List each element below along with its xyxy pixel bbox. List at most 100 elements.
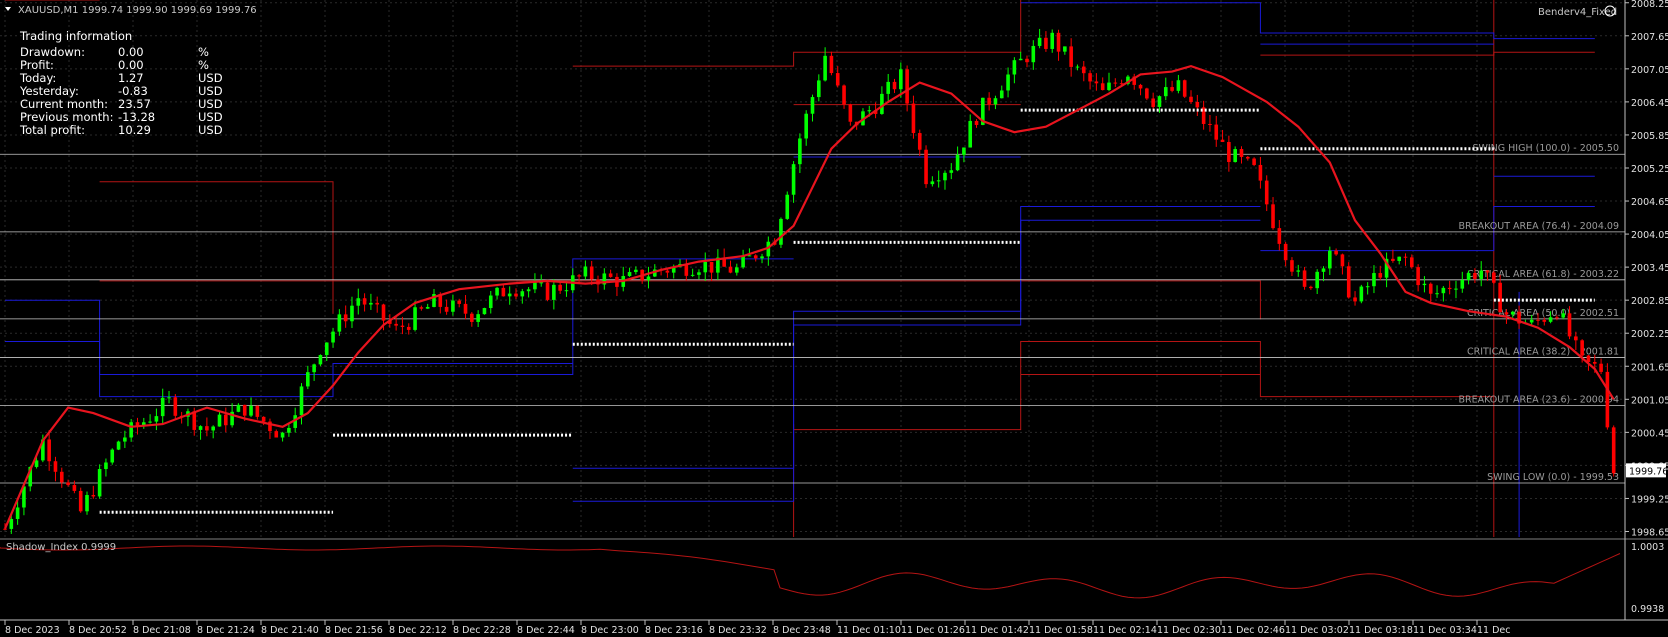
candle-body — [785, 194, 790, 219]
candle-body — [451, 300, 455, 312]
candle-body — [1435, 293, 1439, 295]
candle-body — [476, 314, 480, 322]
candle-body — [533, 282, 537, 290]
candle-body — [564, 290, 569, 292]
candle-body — [1492, 272, 1496, 283]
price-tick-label: 1999.25 — [1631, 494, 1668, 505]
candle-body — [217, 414, 222, 427]
candle-body — [3, 528, 7, 530]
fib-label: BREAKOUT AREA (76.4) - 2004.09 — [1458, 221, 1619, 232]
candle-body — [867, 110, 872, 112]
candle-body — [1580, 340, 1584, 356]
indicator-label: Shadow_Index 0.9999 — [6, 542, 116, 553]
time-tick-label: 11 Dec 02:30 — [1157, 625, 1221, 636]
candle-body — [249, 405, 253, 416]
candle-body — [413, 307, 417, 330]
candle-body — [823, 55, 827, 81]
candle-body — [495, 287, 499, 296]
candle-body — [798, 138, 802, 165]
price-tick-label: 2001.05 — [1631, 395, 1668, 406]
candle-body — [463, 303, 468, 314]
info-title: Trading information — [19, 29, 132, 43]
candle-body — [280, 432, 285, 438]
candle-body — [160, 397, 165, 417]
candle-body — [1258, 164, 1263, 181]
candle-body — [1605, 371, 1610, 428]
candle-body — [911, 103, 916, 134]
candle-body — [78, 490, 83, 512]
candle-body — [634, 269, 638, 273]
candle-body — [91, 495, 96, 497]
candle-body — [804, 113, 808, 139]
candle-body — [779, 218, 783, 245]
candle-body — [1006, 74, 1010, 91]
candle-body — [299, 386, 304, 416]
candle-body — [1163, 87, 1168, 97]
candle-body — [324, 342, 329, 356]
candle-body — [1334, 250, 1338, 255]
candle-body — [501, 287, 506, 297]
candle-body — [886, 81, 891, 94]
candle-body — [1138, 84, 1143, 89]
candle-body — [1290, 260, 1294, 272]
candle-body — [47, 439, 51, 462]
info-row-label: Profit: — [20, 58, 54, 72]
candle-body — [1321, 268, 1326, 272]
candle-body — [1170, 87, 1174, 91]
candle-body — [488, 295, 493, 309]
candle-body — [1208, 123, 1212, 125]
candle-body — [905, 69, 909, 104]
price-tick-label: 2005.25 — [1631, 164, 1668, 175]
fib-label: BREAKOUT AREA (23.6) - 2000.94 — [1458, 394, 1619, 405]
price-tick-label: 2003.45 — [1631, 263, 1668, 274]
candle-body — [312, 364, 316, 373]
candle-body — [1195, 102, 1200, 108]
info-row-value: 23.57 — [118, 97, 151, 111]
candle-body — [419, 307, 424, 309]
candle-body — [558, 284, 562, 291]
candle-body — [1592, 361, 1597, 364]
candle-body — [993, 98, 998, 105]
candle-body — [59, 471, 64, 483]
candle-body — [1567, 313, 1572, 337]
candle-body — [709, 261, 714, 273]
candle-body — [129, 422, 133, 438]
candle-body — [1233, 149, 1237, 163]
price-tick-label: 2005.85 — [1631, 131, 1668, 142]
candle-body — [1069, 46, 1073, 67]
candle-body — [400, 325, 405, 327]
candle-body — [589, 266, 594, 280]
candle-body — [892, 81, 897, 90]
time-tick-label: 8 Dec 23:48 — [773, 625, 831, 636]
candle-body — [343, 314, 348, 322]
candle-body — [1277, 228, 1282, 244]
candle-body — [791, 164, 796, 195]
candle-body — [34, 460, 39, 467]
info-row-unit: USD — [198, 71, 223, 85]
candle-body — [514, 293, 518, 297]
time-tick-label: 8 Dec 21:56 — [325, 625, 383, 636]
candle-body — [356, 298, 361, 306]
candle-body — [198, 426, 203, 430]
time-tick-label: 8 Dec 2023 — [5, 625, 60, 636]
candle-body — [457, 300, 462, 304]
price-chart[interactable]: SWING HIGH (100.0) - 2005.50 BREAKOUT ARE… — [0, 0, 1668, 637]
time-tick-label: 8 Dec 21:08 — [133, 625, 191, 636]
candle-body — [1422, 283, 1427, 286]
time-tick-label: 11 Dec 03:18 — [1349, 625, 1413, 636]
candle-body — [1283, 243, 1288, 261]
candle-body — [104, 462, 108, 470]
fib-label: CRITICAL AREA (38.2) - 2001.81 — [1467, 346, 1619, 357]
candle-body — [552, 284, 556, 300]
candle-body — [1037, 37, 1042, 46]
candle-body — [1416, 267, 1420, 286]
candle-body — [539, 282, 544, 284]
candle-body — [53, 461, 58, 472]
candle-body — [1050, 32, 1055, 49]
candle-body — [148, 421, 152, 423]
candle-body — [1031, 45, 1036, 63]
candle-body — [1548, 317, 1553, 322]
info-row-unit: USD — [198, 84, 223, 98]
info-row-unit: USD — [198, 123, 223, 137]
candle-body — [1391, 258, 1395, 261]
